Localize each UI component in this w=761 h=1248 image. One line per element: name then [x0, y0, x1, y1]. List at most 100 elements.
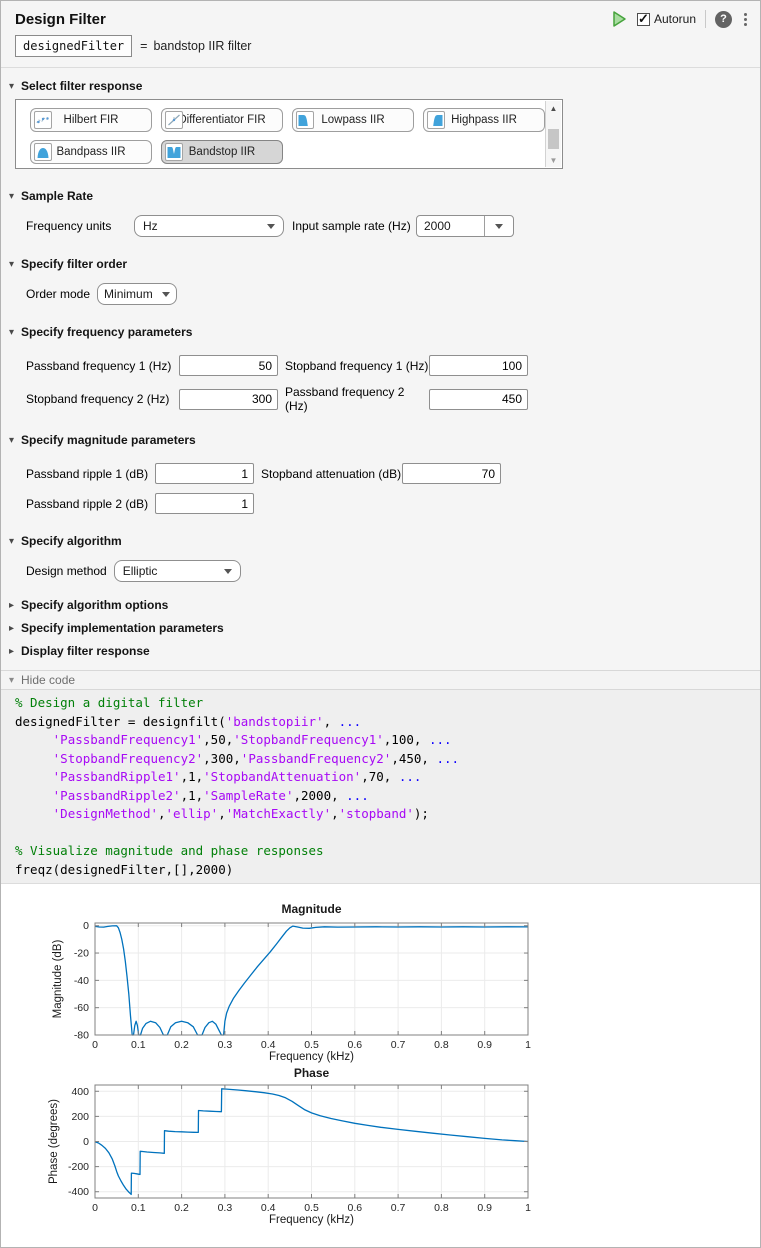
panel-scrollbar[interactable]: ▲ ▼ — [545, 101, 561, 167]
svg-text:0: 0 — [92, 1202, 98, 1214]
code-line: freqz(designedFilter,[],2000) — [15, 861, 746, 880]
filter-button-bandpass-iir[interactable]: Bandpass IIR — [30, 140, 152, 164]
section-filter-response[interactable]: ▾ Select filter response — [9, 68, 746, 93]
stopband-frequency-1-input[interactable] — [429, 355, 528, 376]
help-icon[interactable]: ? — [715, 11, 732, 28]
section-sample-rate[interactable]: ▾ Sample Rate — [9, 189, 746, 203]
svg-text:Phase (degrees): Phase (degrees) — [48, 1099, 60, 1184]
bandstop-icon — [165, 143, 183, 161]
svg-text:0: 0 — [92, 1039, 98, 1051]
collapse-triangle-icon: ▾ — [9, 259, 21, 270]
filter-button-label: Lowpass IIR — [321, 114, 384, 126]
svg-text:-20: -20 — [74, 948, 89, 960]
order-mode-dropdown[interactable]: Minimum — [97, 283, 177, 305]
passband-ripple-2-label: Passband ripple 2 (dB) — [26, 497, 155, 511]
section-title: Specify algorithm options — [21, 598, 168, 612]
autorun-checkbox[interactable] — [637, 13, 650, 26]
passband-ripple-1-input[interactable] — [155, 463, 254, 484]
code-line: 'PassbandRipple1',1,'StopbandAttenuation… — [15, 768, 746, 787]
section-filter-order[interactable]: ▾ Specify filter order — [9, 257, 746, 271]
expand-triangle-icon: ▸ — [9, 600, 21, 611]
order-mode-value: Minimum — [104, 287, 153, 301]
frequency-units-dropdown[interactable]: Hz — [134, 215, 284, 237]
collapse-triangle-icon: ▾ — [9, 191, 21, 202]
stopband-attenuation-label: Stopband attenuation (dB) — [254, 467, 402, 481]
svg-text:0.5: 0.5 — [304, 1202, 319, 1214]
stopband-frequency-1-label: Stopband frequency 1 (Hz) — [278, 359, 429, 373]
filter-button-differentiator-fir[interactable]: Differentiator FIR — [161, 108, 283, 132]
differentiator-icon — [165, 111, 183, 129]
scroll-down-icon[interactable]: ▼ — [546, 153, 561, 167]
output-description: bandstop IIR filter — [153, 39, 251, 53]
hide-code-toggle[interactable]: ▾ Hide code — [1, 670, 760, 690]
kebab-menu-icon[interactable] — [741, 12, 750, 27]
svg-text:0.3: 0.3 — [218, 1202, 233, 1214]
collapse-triangle-icon: ▾ — [9, 327, 21, 338]
svg-text:0.6: 0.6 — [347, 1202, 362, 1214]
section-algorithm[interactable]: ▾ Specify algorithm — [9, 534, 746, 548]
code-block[interactable]: % Design a digital filterdesignedFilter … — [1, 690, 760, 884]
collapse-triangle-icon: ▾ — [9, 435, 21, 446]
scroll-up-icon[interactable]: ▲ — [546, 101, 561, 115]
chevron-down-icon — [267, 224, 275, 229]
chevron-down-icon[interactable] — [484, 216, 513, 236]
section-title: Sample Rate — [21, 189, 93, 203]
svg-text:0.4: 0.4 — [261, 1202, 276, 1214]
svg-text:0.9: 0.9 — [477, 1039, 492, 1051]
svg-text:0.9: 0.9 — [477, 1202, 492, 1214]
sample-rate-combobox[interactable]: 2000 — [416, 215, 514, 237]
svg-text:0.8: 0.8 — [434, 1202, 449, 1214]
section-title: Specify implementation parameters — [21, 621, 224, 635]
expand-triangle-icon: ▸ — [9, 623, 21, 634]
filter-button-label: Differentiator FIR — [178, 114, 265, 126]
passband-frequency-2-input[interactable] — [429, 389, 528, 410]
collapse-triangle-icon: ▾ — [9, 81, 21, 92]
svg-text:1: 1 — [525, 1039, 531, 1051]
code-line: designedFilter = designfilt('bandstopiir… — [15, 713, 746, 732]
filter-button-label: Highpass IIR — [451, 114, 517, 126]
svg-text:0.7: 0.7 — [391, 1039, 406, 1051]
controls-area: ▾ Select filter response Hilbert FIR Dif… — [1, 68, 760, 670]
section-frequency-params[interactable]: ▾ Specify frequency parameters — [9, 325, 746, 339]
chevron-down-icon — [162, 292, 170, 297]
autorun-label: Autorun — [654, 12, 696, 26]
svg-text:0.1: 0.1 — [131, 1039, 146, 1051]
stopband-attenuation-input[interactable] — [402, 463, 501, 484]
output-variable-field[interactable]: designedFilter — [15, 35, 132, 57]
passband-frequency-1-input[interactable] — [179, 355, 278, 376]
chevron-down-icon — [224, 569, 232, 574]
filter-button-label: Hilbert FIR — [64, 114, 119, 126]
svg-text:0.2: 0.2 — [174, 1039, 189, 1051]
svg-text:-200: -200 — [68, 1161, 89, 1173]
code-line: 'PassbandFrequency1',50,'StopbandFrequen… — [15, 731, 746, 750]
passband-ripple-1-label: Passband ripple 1 (dB) — [26, 467, 155, 481]
magnitude-chart: 00.10.20.30.40.50.60.70.80.910-20-40-60-… — [15, 899, 555, 1065]
section-display-filter-response[interactable]: ▸ Display filter response — [9, 644, 746, 658]
passband-ripple-2-input[interactable] — [155, 493, 254, 514]
svg-text:0: 0 — [83, 1136, 89, 1148]
svg-text:Magnitude: Magnitude — [282, 902, 342, 916]
svg-text:-400: -400 — [68, 1186, 89, 1198]
stopband-frequency-2-input[interactable] — [179, 389, 278, 410]
order-mode-label: Order mode — [26, 287, 90, 301]
section-magnitude-params[interactable]: ▾ Specify magnitude parameters — [9, 433, 746, 447]
filter-button-lowpass-iir[interactable]: Lowpass IIR — [292, 108, 414, 132]
task-header: Design Filter Autorun ? designedFilter =… — [1, 1, 760, 68]
output-variable-row: designedFilter = bandstop IIR filter — [15, 35, 750, 57]
section-algorithm-options[interactable]: ▸ Specify algorithm options — [9, 598, 746, 612]
svg-text:Magnitude (dB): Magnitude (dB) — [52, 940, 64, 1019]
filter-button-label: Bandpass IIR — [56, 146, 125, 158]
hilbert-icon — [34, 111, 52, 129]
collapse-triangle-icon: ▾ — [9, 536, 21, 547]
design-method-dropdown[interactable]: Elliptic — [114, 560, 241, 582]
filter-response-panel: Hilbert FIR Differentiator FIR Lowpass I… — [15, 99, 563, 169]
run-button[interactable] — [610, 10, 628, 28]
svg-text:-60: -60 — [74, 1002, 89, 1014]
filter-button-bandstop-iir[interactable]: Bandstop IIR — [161, 140, 283, 164]
filter-button-highpass-iir[interactable]: Highpass IIR — [423, 108, 545, 132]
svg-text:0.8: 0.8 — [434, 1039, 449, 1051]
sample-rate-value: 2000 — [417, 216, 484, 236]
filter-button-hilbert-fir[interactable]: Hilbert FIR — [30, 108, 152, 132]
scroll-thumb[interactable] — [548, 129, 559, 149]
section-implementation-params[interactable]: ▸ Specify implementation parameters — [9, 621, 746, 635]
